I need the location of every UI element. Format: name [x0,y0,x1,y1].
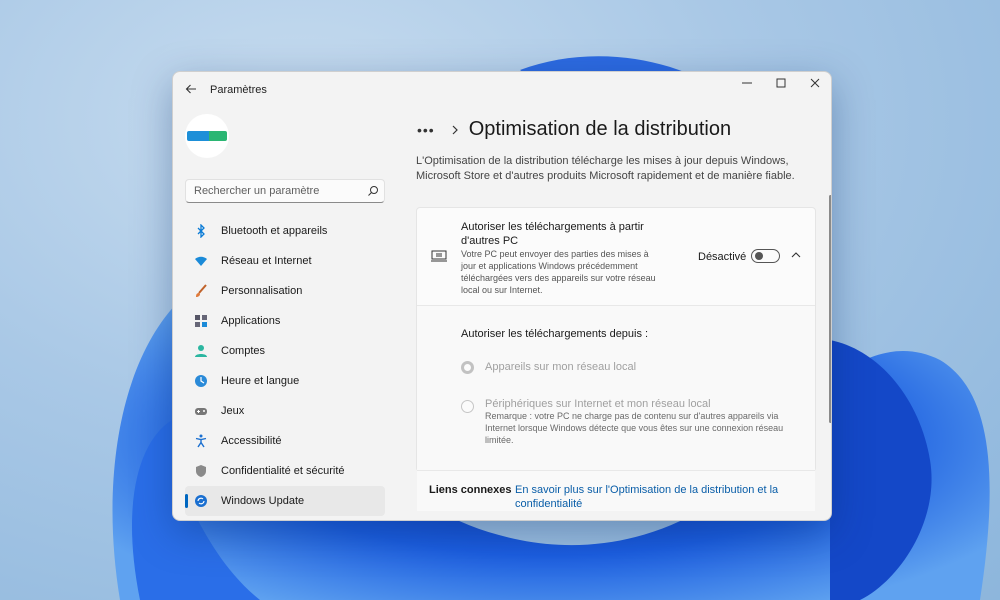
back-arrow-icon[interactable] [183,82,199,98]
maximize-button[interactable] [763,72,799,94]
minimize-icon [742,82,752,84]
allow-downloads-toggle[interactable] [751,249,780,263]
chevron-up-icon[interactable] [791,251,801,259]
more-icon[interactable]: ••• [417,122,435,138]
sidebar-item-windows-update[interactable]: Windows Update [185,486,385,516]
card-title: Autoriser les téléchargements à partir d… [461,221,644,247]
delivery-optimization-card: Autoriser les téléchargements à partir d… [416,207,816,511]
radio-local-network[interactable] [461,361,474,374]
search-input[interactable] [185,179,385,203]
sidebar-item-label: Windows Update [221,495,305,507]
brush-icon [193,283,209,299]
sidebar-item-label: Personnalisation [221,285,303,297]
page-title: Optimisation de la distribution [468,118,732,140]
sidebar-item-time-language[interactable]: Heure et langue [185,366,385,396]
sidebar-item-apps[interactable]: Applications [185,306,385,336]
avatar[interactable] [185,114,229,158]
allow-downloads-row[interactable]: Autoriser les téléchargements à partir d… [417,208,815,306]
sidebar-item-label: Jeux [221,405,245,417]
radio-internet-and-local[interactable] [461,400,474,413]
sidebar-item-label: Accessibilité [221,435,282,447]
close-icon [810,78,820,88]
toggle-state-label: Désactivé [698,251,747,263]
sidebar-item-label: Confidentialité et sécurité [221,465,345,477]
minimize-button[interactable] [729,72,765,94]
sidebar-item-label: Réseau et Internet [221,255,312,267]
sidebar-item-label: Applications [221,315,281,327]
sidebar-item-personalization[interactable]: Personnalisation [185,276,385,306]
update-icon [193,493,209,509]
maximize-icon [776,78,786,88]
sidebar-item-gaming[interactable]: Jeux [185,396,385,426]
person-icon [193,343,209,359]
app-title: Paramètres [210,84,267,96]
radio-local-network-label: Appareils sur mon réseau local [485,361,637,373]
page-description: L'Optimisation de la distribution téléch… [416,155,795,182]
close-button[interactable] [797,72,831,94]
wifi-icon [193,253,209,269]
sidebar-item-bluetooth[interactable]: Bluetooth et appareils [185,216,385,246]
radio-note: Remarque : votre PC ne charge pas de con… [485,411,784,445]
sidebar-item-label: Heure et langue [221,375,300,387]
sidebar-item-network[interactable]: Réseau et Internet [185,246,385,276]
download-source-label: Autoriser les téléchargements depuis : [461,328,649,340]
toggle-knob [755,252,763,260]
shield-icon [193,463,209,479]
apps-icon [193,313,209,329]
gamepad-icon [193,403,209,419]
sidebar: Bluetooth et appareils Réseau et Interne… [173,108,401,520]
chevron-right-icon [452,125,458,134]
sidebar-item-label: Bluetooth et appareils [221,225,328,237]
breadcrumb: ••• Optimisation de la distribution [417,118,731,141]
globe-clock-icon [193,373,209,389]
avatar-logo-icon [187,131,227,141]
related-links-label: Liens connexes [429,484,512,496]
card-subtitle: Votre PC peut envoyer des parties des mi… [461,249,656,295]
main-content: ••• Optimisation de la distribution L'Op… [403,108,831,520]
accessibility-icon [193,433,209,449]
radio-internet-label: Périphériques sur Internet et mon réseau… [485,398,711,410]
sidebar-item-privacy[interactable]: Confidentialité et sécurité [185,456,385,486]
title-bar: Paramètres [173,72,831,108]
search-icon [368,186,378,196]
related-links: Liens connexes En savoir plus sur l'Opti… [417,470,815,511]
nav-list: Bluetooth et appareils Réseau et Interne… [185,216,385,516]
pc-transfer-icon [431,250,447,262]
privacy-learn-more-link[interactable]: En savoir plus sur l'Optimisation de la … [515,483,785,511]
sidebar-item-accounts[interactable]: Comptes [185,336,385,366]
scrollbar[interactable] [829,195,831,423]
sidebar-item-label: Comptes [221,345,266,357]
bluetooth-icon [193,223,209,239]
sidebar-item-accessibility[interactable]: Accessibilité [185,426,385,456]
download-source-section: Autoriser les téléchargements depuis : A… [417,306,815,471]
settings-window: Paramètres Bluetooth et appareils Réseau… [172,71,832,521]
